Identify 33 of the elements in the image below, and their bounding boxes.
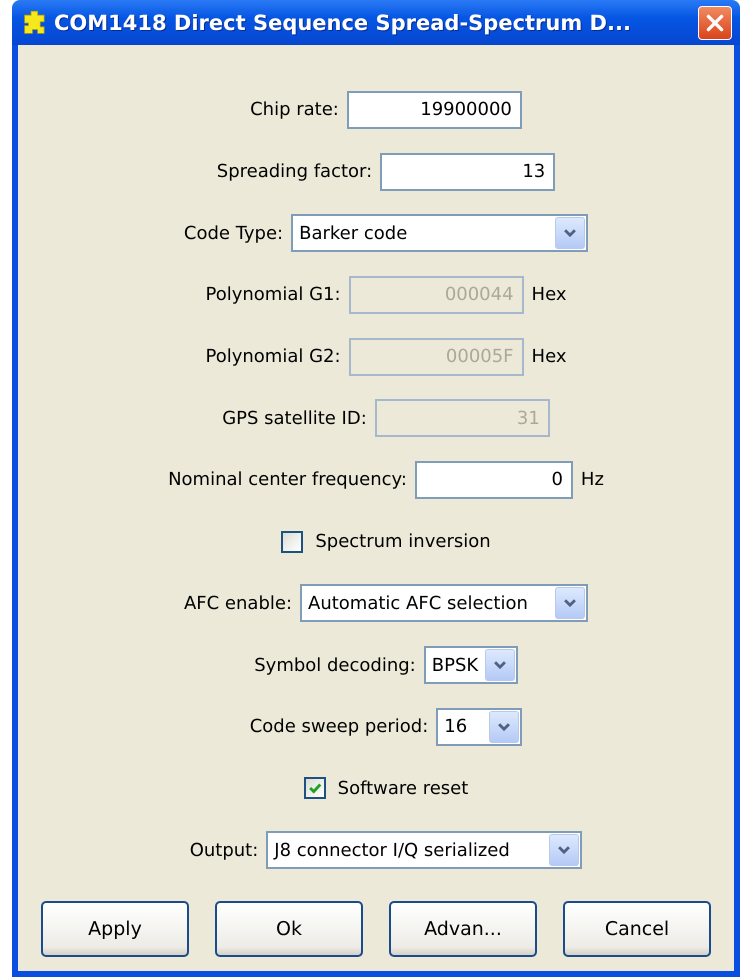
- dropdown[interactable]: Barker code: [291, 214, 588, 252]
- window-title: COM1418 Direct Sequence Spread-Spectrum D...: [54, 10, 632, 34]
- dropdown-label: Code sweep period:: [250, 716, 428, 738]
- field-label: Polynomial G1:: [205, 284, 341, 306]
- dropdown-label: Symbol decoding:: [254, 654, 416, 676]
- dropdown-label: Code Type:: [184, 222, 284, 244]
- dialog-button[interactable]: Apply: [41, 900, 189, 957]
- checkbox[interactable]: [281, 530, 304, 553]
- dialog-button[interactable]: Ok: [215, 900, 363, 957]
- close-button[interactable]: [698, 6, 732, 40]
- field-label: Nominal center frequency:: [168, 469, 407, 490]
- dialog-button[interactable]: Advan...: [389, 900, 537, 957]
- dropdown-label: AFC enable:: [184, 592, 292, 614]
- input-field[interactable]: 0: [414, 460, 573, 499]
- checkbox-label: Software reset: [338, 778, 468, 799]
- unit-label: Hex: [532, 284, 566, 306]
- close-icon: [704, 12, 726, 34]
- dropdown[interactable]: 16: [436, 708, 522, 746]
- unit-label: Hz: [580, 469, 604, 490]
- field-label: GPS satellite ID:: [222, 408, 367, 429]
- checkbox[interactable]: [304, 777, 326, 800]
- field-label: Spreading factor:: [216, 161, 372, 182]
- field-label: Polynomial G2:: [205, 346, 341, 368]
- checkbox-label: Spectrum inversion: [315, 531, 491, 552]
- unit-label: Hex: [532, 346, 566, 368]
- dropdown[interactable]: J8 connector I/Q serialized: [266, 831, 582, 870]
- input-field[interactable]: 13: [380, 152, 556, 191]
- input-field[interactable]: 19900000: [346, 90, 522, 129]
- dropdown-label: Output:: [190, 840, 258, 861]
- dropdown[interactable]: BPSK: [424, 646, 518, 684]
- dropdown[interactable]: Automatic AFC selection: [300, 584, 588, 622]
- dialog-button[interactable]: Cancel: [563, 900, 711, 957]
- field-label: Chip rate:: [250, 99, 339, 120]
